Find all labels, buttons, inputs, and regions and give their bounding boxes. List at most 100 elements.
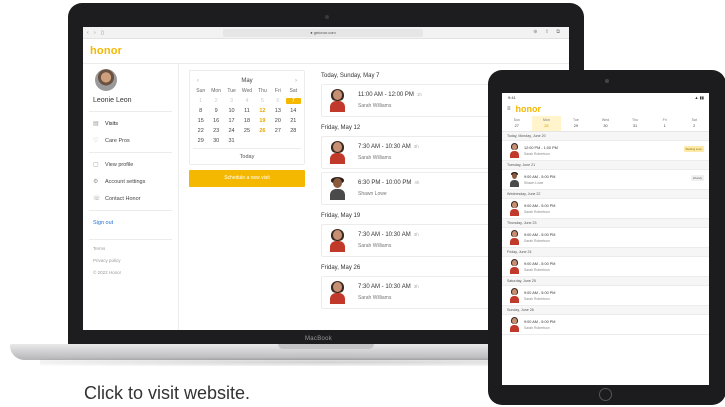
photo-body (330, 153, 345, 164)
prev-month-icon[interactable]: ‹ (197, 78, 199, 84)
calendar-day[interactable]: 25 (239, 128, 254, 134)
day-heading: Wednesday, June 22 (502, 190, 709, 199)
calendar-day[interactable]: 17 (224, 118, 239, 124)
calendar-day[interactable]: 31 (224, 138, 239, 144)
calendar-day[interactable]: 18 (239, 118, 254, 124)
browser-tool-icons[interactable]: ⊕ ⇧ ⧉ (533, 29, 563, 35)
weekday-label: Wed (241, 88, 253, 94)
calendar-day[interactable]: 13 (270, 108, 285, 114)
calendar-day[interactable]: 10 (224, 108, 239, 114)
visit-time: 12:00 PM - 1:00 PM (524, 146, 558, 150)
calendar-day[interactable]: 11 (239, 108, 254, 114)
sidebar-divider (89, 239, 172, 240)
day-heading: Today, Monday, June 20 (502, 132, 709, 141)
week-day-number: 30 (603, 124, 608, 128)
menu-icon[interactable]: ≡ (507, 106, 511, 112)
sidebar-item-care-pros[interactable]: ♡ Care Pros (89, 132, 178, 149)
phone-icon: ☏ (93, 196, 101, 202)
calendar-day[interactable]: 8 (193, 108, 208, 114)
visit-duration: 3h (413, 232, 419, 237)
week-day[interactable]: Mon 28 (531, 116, 562, 131)
week-day-name: Thu (632, 118, 639, 122)
caregiver-name: Sarah Robertson (524, 297, 550, 301)
photo-head (333, 142, 342, 152)
photo-body (510, 238, 519, 245)
visit-row[interactable]: 9:00 AM - 5:00 PM Sarah Robertson (502, 257, 709, 277)
avatar[interactable] (95, 69, 117, 91)
tablet-header: ≡ honor (502, 102, 709, 116)
privacy-policy-link[interactable]: Privacy policy (93, 255, 178, 267)
calendar-day[interactable]: 23 (208, 128, 223, 134)
browser-url-bar[interactable]: ● getonor.com (223, 29, 423, 37)
week-day[interactable]: Tue 29 (561, 116, 591, 131)
calendar-day[interactable]: 7 (285, 98, 301, 104)
caregiver-photo (509, 288, 519, 303)
visit-row[interactable]: 9:00 AM - 5:00 PM Sarah Robertson (502, 315, 709, 335)
calendar-day-other-month: 1 (199, 98, 203, 104)
calendar-grid: Sun Mon Tue Wed Thu Fri Sat 1 2 3 4 5 6 7 8 9 10 11 12 13 14… (193, 88, 301, 148)
sidebar-item-account-settings[interactable]: ⚙ Account settings (89, 173, 178, 190)
sidebar-item-label: Account settings (105, 178, 146, 185)
photo-body (510, 296, 519, 303)
visit-duration: 3h (413, 144, 419, 149)
tablet-visit-list: Today, Monday, June 20 12:00 PM - 1:00 PM… (502, 132, 709, 335)
photo-head (512, 318, 517, 324)
visit-time: 9:00 AM - 5:00 PM (524, 291, 556, 295)
calendar-day[interactable]: 21 (286, 118, 301, 124)
week-day[interactable]: Wed 30 (591, 116, 621, 131)
week-day[interactable]: Fri 1 (650, 116, 680, 131)
caregiver-name: Sarah Robertson (524, 268, 550, 272)
sidebar-item-contact-honor[interactable]: ☏ Contact Honor (89, 190, 178, 207)
week-day-number: 31 (632, 124, 638, 128)
browser-nav-buttons[interactable]: ‹ › ▯ (87, 30, 106, 36)
photo-body (510, 209, 519, 216)
copyright-text: © 2022 Honor (93, 270, 122, 275)
calendar-day[interactable]: 12 (255, 108, 270, 114)
sidebar-item-visits[interactable]: ▤ Visits (89, 115, 178, 132)
photo-body (330, 293, 345, 304)
calendar-day[interactable]: 29 (193, 138, 208, 144)
calendar-day[interactable]: 15 (193, 118, 208, 124)
photo-head (333, 282, 342, 292)
visit-row[interactable]: 9:00 AM - 5:00 PM Shawn Lowe Weekly (502, 170, 709, 190)
calendar-day[interactable]: 22 (193, 128, 208, 134)
calendar-day[interactable]: 27 (270, 128, 285, 134)
honor-logo[interactable]: honor (516, 104, 542, 114)
honor-logo[interactable]: honor (90, 45, 122, 57)
home-button[interactable] (599, 388, 612, 401)
calendar-day[interactable]: 16 (208, 118, 223, 124)
caregiver-photo (509, 172, 519, 187)
sidebar: Leonie Leon ▤ Visits ♡ Care Pros ▢ View … (83, 64, 179, 330)
week-day-number: 2 (693, 124, 696, 128)
calendar-day[interactable]: 9 (208, 108, 223, 114)
visit-row[interactable]: 9:00 AM - 5:00 PM Sarah Robertson (502, 228, 709, 248)
calendar-day[interactable]: 20 (270, 118, 285, 124)
sidebar-item-view-profile[interactable]: ▢ View profile (89, 156, 178, 173)
weekday-label: Thu (258, 88, 267, 94)
visit-row[interactable]: 9:00 AM - 5:00 PM Sarah Robertson (502, 199, 709, 219)
sign-out-link[interactable]: Sign out (89, 214, 178, 236)
visit-row[interactable]: 9:00 AM - 5:00 PM Sarah Robertson (502, 286, 709, 306)
caregiver-photo (328, 281, 346, 304)
visit-row[interactable]: 12:00 PM - 1:00 PM Sarah Robertson Startin… (502, 141, 709, 161)
caregiver-photo (328, 89, 346, 112)
calendar-day[interactable]: 28 (286, 128, 301, 134)
calendar-day[interactable]: 30 (208, 138, 223, 144)
week-day[interactable]: Sat 2 (679, 116, 709, 131)
sidebar-divider (89, 111, 172, 112)
next-month-icon[interactable]: › (295, 78, 297, 84)
visit-time: 7:30 AM - 10:30 AM 3h (358, 144, 419, 150)
heart-icon: ♡ (93, 138, 99, 144)
schedule-visit-button[interactable]: Schedule a new visit (189, 170, 305, 187)
visit-website-caption[interactable]: Click to visit website. (84, 383, 250, 404)
calendar-day[interactable]: 19 (255, 118, 270, 124)
calendar-day-other-month: 2 (214, 98, 218, 104)
today-button[interactable]: Today (193, 148, 301, 164)
calendar-day[interactable]: 14 (286, 108, 301, 114)
calendar-day[interactable]: 26 (255, 128, 270, 134)
calendar-day[interactable]: 24 (224, 128, 239, 134)
terms-link[interactable]: Terms (93, 243, 178, 255)
week-day[interactable]: Thu 31 (620, 116, 650, 131)
week-day[interactable]: Sun 27 (502, 116, 532, 131)
sidebar-item-label: View profile (105, 161, 134, 168)
